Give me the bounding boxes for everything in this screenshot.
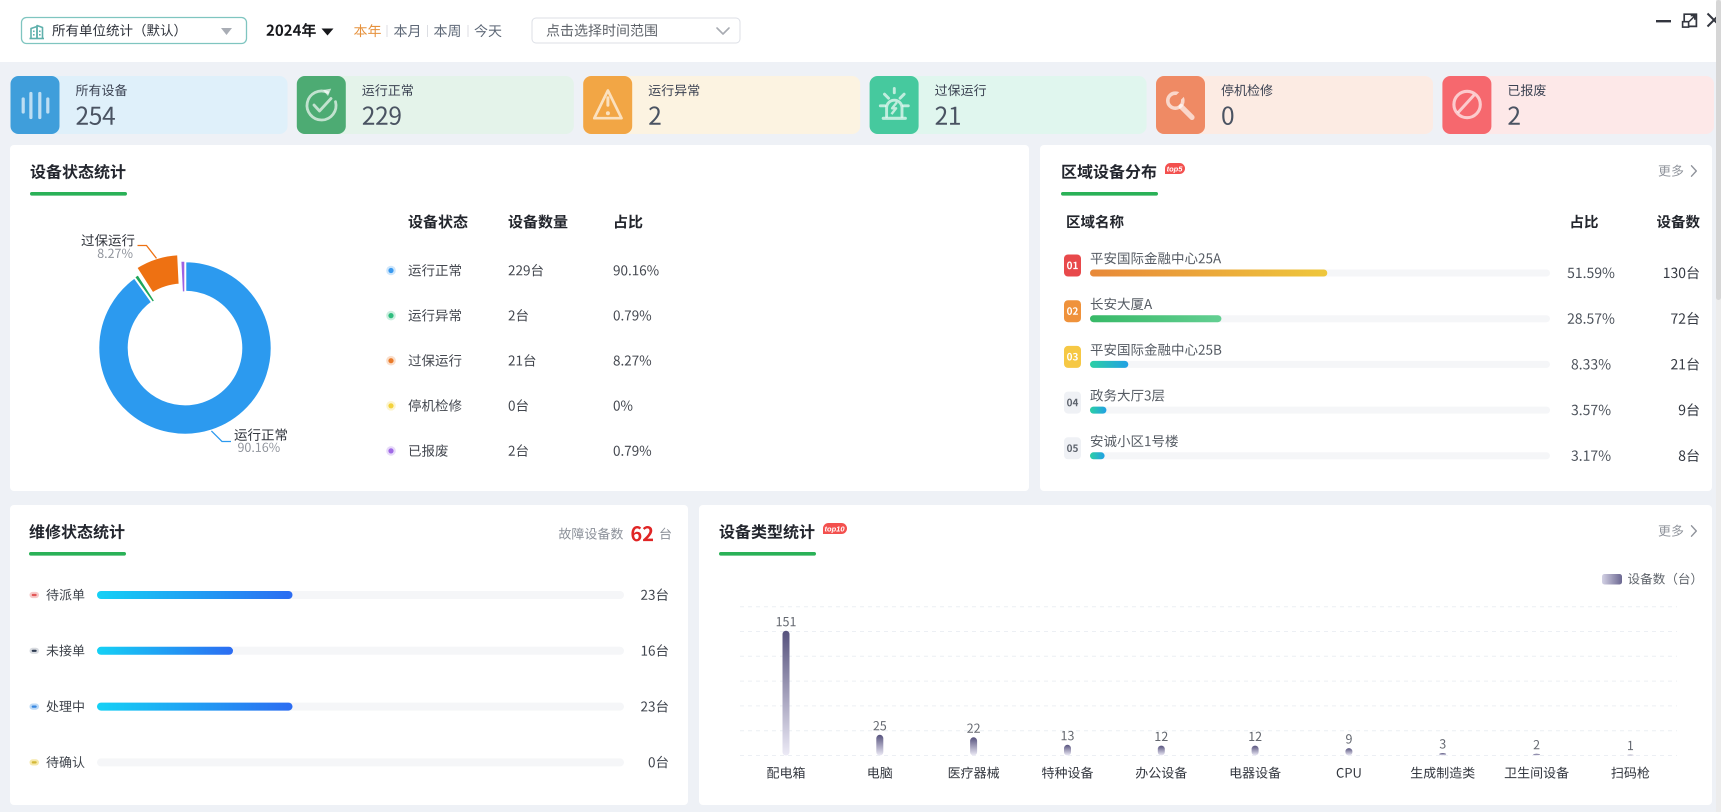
svg-text:top5: top5: [1167, 165, 1184, 174]
svg-text:top10: top10: [824, 525, 845, 534]
